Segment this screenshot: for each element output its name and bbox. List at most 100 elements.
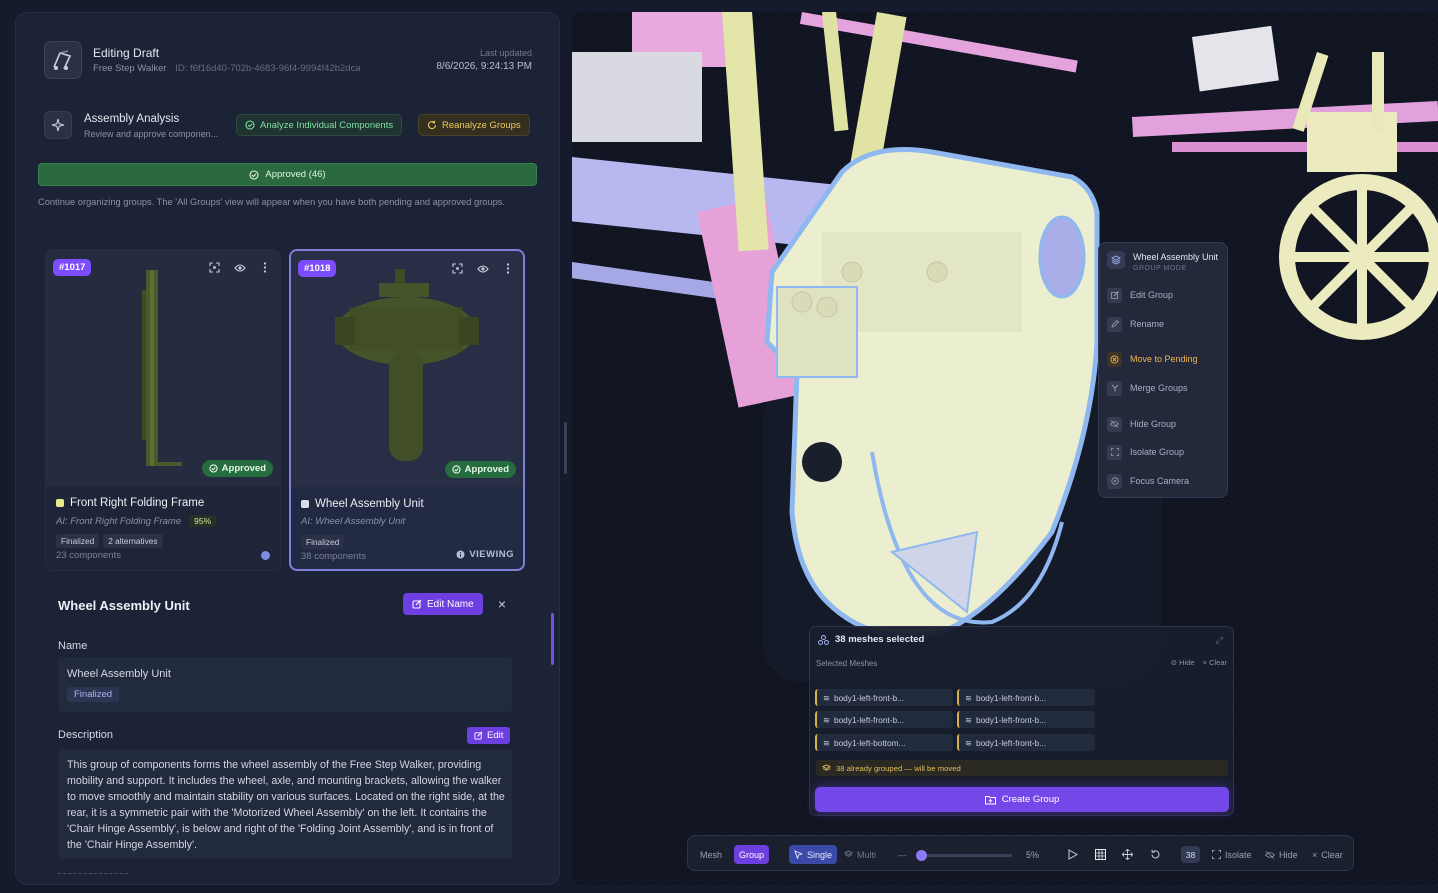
menu-item-rename[interactable]: Rename — [1107, 315, 1164, 333]
bearing[interactable] — [1038, 215, 1086, 299]
finalized-chip: Finalized — [56, 534, 100, 548]
viewport-toolbar: Mesh Group Single Multi — 5% 38 Isolate … — [687, 835, 1354, 871]
focus-icon[interactable] — [450, 261, 465, 276]
menu-item-merge-groups[interactable]: Merge Groups — [1107, 379, 1188, 397]
warning-text: 38 already grouped — will be moved — [836, 763, 961, 773]
mesh-mode-button[interactable]: Mesh — [695, 845, 727, 864]
mesh-item[interactable]: ≋ body1-left-front-b... — [957, 689, 1095, 706]
group-card-1018[interactable]: #1018 Approved Wheel Assembly Unit AI: W… — [289, 249, 525, 571]
mesh-item[interactable]: ≋ body1-left-bottom... — [815, 734, 953, 751]
edit-description-button[interactable]: Edit — [467, 727, 511, 744]
zoom-slider-knob[interactable] — [916, 850, 927, 861]
name-field[interactable]: Wheel Assembly Unit Finalized — [58, 657, 512, 712]
mesh-name: body1-left-front-b... — [975, 737, 1047, 748]
analyze-components-button[interactable]: Analyze Individual Components — [236, 114, 403, 136]
status-badge: Approved — [444, 461, 516, 478]
mesh-name: body1-left-front-b... — [975, 714, 1047, 725]
play-icon[interactable] — [1063, 845, 1083, 864]
isolate-button[interactable]: Isolate — [1207, 845, 1257, 864]
eye-icon[interactable] — [232, 260, 247, 275]
white-housing[interactable] — [1192, 25, 1279, 92]
menu-item-hide-group[interactable]: Hide Group — [1107, 415, 1176, 433]
menu-item-focus-camera[interactable]: Focus Camera — [1107, 472, 1189, 490]
edit-name-button[interactable]: Edit Name — [403, 593, 483, 615]
grid-icon[interactable] — [1090, 845, 1111, 864]
alternatives-chip[interactable]: 2 alternatives — [103, 534, 163, 548]
info-icon[interactable] — [261, 551, 270, 560]
component-count: 23 components — [56, 550, 121, 561]
more-vertical-icon[interactable] — [257, 260, 272, 275]
layers-icon: ≋ — [823, 714, 830, 725]
mesh-name: body1-left-bottom... — [833, 737, 906, 748]
clear-selection-button[interactable]: × Clear — [1203, 658, 1227, 667]
hide-label: Hide — [1179, 658, 1195, 667]
project-id: ID: f6f16d40-702b-4683-96f4-9994f42b2dca — [175, 63, 361, 74]
group-thumbnail[interactable] — [291, 251, 523, 487]
close-icon[interactable]: × — [495, 597, 509, 611]
menu-item-edit-group[interactable]: Edit Group — [1107, 286, 1173, 304]
layers-icon: ≋ — [823, 692, 830, 703]
3d-viewport[interactable]: Wheel Assembly Unit GROUP MODE Edit Grou… — [572, 12, 1438, 885]
color-swatch — [301, 500, 309, 508]
move-icon[interactable] — [1117, 845, 1138, 864]
mesh-item[interactable]: ≋ body1-left-front-b... — [957, 711, 1095, 728]
reset-icon[interactable] — [1145, 845, 1166, 864]
clear-button[interactable]: × Clear — [1307, 845, 1348, 864]
mesh-item[interactable]: ≋ body1-left-front-b... — [957, 734, 1095, 751]
card-toolbar — [450, 261, 515, 276]
layers-icon: ≋ — [965, 714, 972, 725]
single-select-button[interactable]: Single — [789, 845, 838, 864]
selection-actions: ⊘ Hide × Clear — [1171, 658, 1227, 667]
multi-select-button[interactable]: Multi — [839, 845, 881, 864]
pink-tube[interactable] — [1172, 142, 1438, 152]
scrollbar[interactable] — [551, 613, 554, 665]
hide-button[interactable]: Hide — [1260, 845, 1303, 864]
ai-suggestion: AI: Front Right Folding Frame 95% — [56, 515, 217, 527]
group-id-badge: #1017 — [53, 259, 92, 276]
left-panel: Editing Draft Free Step Walker ID: f6f16… — [15, 12, 560, 885]
description-field[interactable]: This group of components forms the wheel… — [58, 749, 512, 859]
project-thumbnail[interactable] — [44, 41, 82, 79]
single-select-label: Single — [807, 849, 833, 860]
bracket-block[interactable] — [776, 286, 858, 378]
hide-selection-button[interactable]: ⊘ Hide — [1171, 658, 1195, 667]
mesh-item[interactable]: ≋ body1-left-front-b... — [815, 711, 953, 728]
zoom-slider[interactable] — [916, 850, 1012, 861]
status-badge: Approved — [201, 460, 273, 477]
eye-off-icon — [1107, 416, 1122, 432]
edit-icon — [412, 599, 422, 609]
folder-plus-icon — [984, 795, 996, 804]
zoom-out-icon[interactable]: — — [893, 845, 912, 864]
menu-item-label: Hide Group — [1130, 419, 1177, 429]
status-label: Approved — [221, 463, 266, 474]
white-housing[interactable] — [572, 52, 702, 142]
more-vertical-icon[interactable] — [500, 261, 515, 276]
card-chips: Finalized — [301, 535, 345, 549]
group-thumbnail[interactable] — [46, 250, 280, 486]
create-group-button[interactable]: Create Group — [815, 787, 1229, 812]
color-swatch — [56, 499, 64, 507]
expand-icon[interactable]: ⤢ — [1216, 635, 1223, 646]
mesh-name: body1-left-front-b... — [833, 714, 905, 725]
reanalyze-groups-button[interactable]: Reanalyze Groups — [418, 114, 530, 136]
menu-item-isolate-group[interactable]: Isolate Group — [1107, 443, 1184, 461]
group-name-text: Front Right Folding Frame — [70, 497, 205, 509]
resize-handle[interactable] — [564, 422, 567, 474]
status-label: Approved — [464, 464, 509, 475]
eye-icon[interactable] — [475, 261, 490, 276]
reanalyze-groups-label: Reanalyze Groups — [442, 119, 521, 131]
project-name: Free Step Walker — [93, 63, 167, 74]
analyze-components-label: Analyze Individual Components — [260, 119, 394, 131]
approved-filter-tab[interactable]: Approved (46) — [38, 163, 537, 186]
mesh-item[interactable]: ≋ body1-left-front-b... — [815, 689, 953, 706]
menu-item-label: Isolate Group — [1130, 447, 1185, 457]
group-card-1017[interactable]: #1017 Approved Front Right Folding Frame… — [45, 249, 281, 571]
refresh-icon — [428, 120, 437, 130]
group-mode-button[interactable]: Group — [734, 845, 770, 864]
menu-item-move-to-pending[interactable]: Move to Pending — [1107, 350, 1198, 368]
last-updated-value: 8/6/2026, 9:24:13 PM — [436, 61, 532, 72]
check-circle-icon — [452, 465, 461, 474]
eye-off-icon — [1265, 850, 1275, 859]
focus-icon[interactable] — [207, 260, 222, 275]
component-count: 38 components — [301, 551, 366, 562]
